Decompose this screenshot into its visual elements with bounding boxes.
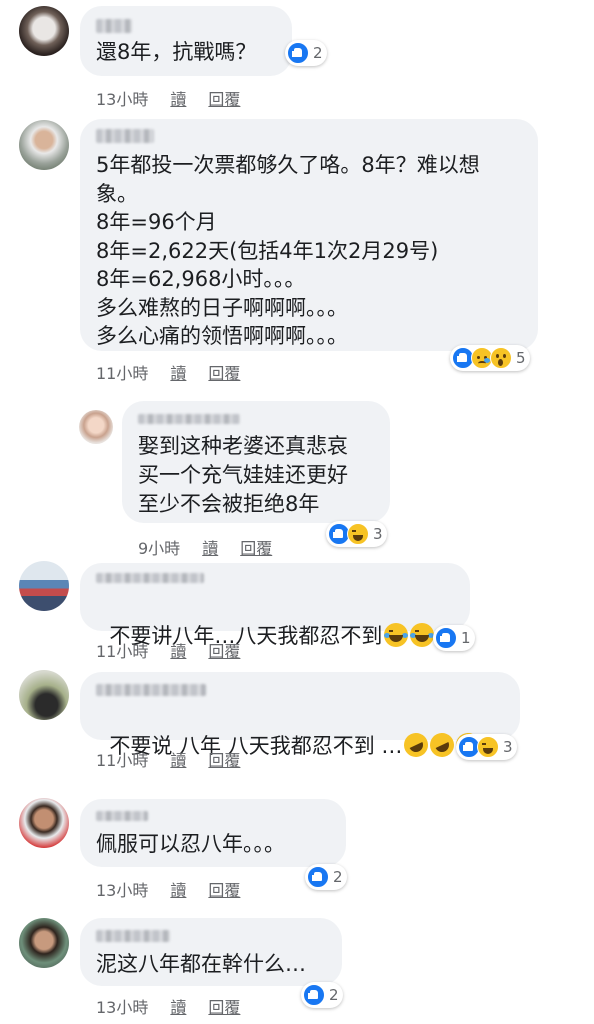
commenter-name[interactable] <box>96 684 206 696</box>
wow-icon <box>490 347 512 369</box>
read-link[interactable]: 讀 <box>170 747 186 771</box>
reply-link[interactable]: 回覆 <box>208 747 240 771</box>
commenter-avatar[interactable] <box>19 798 69 848</box>
read-link[interactable]: 讀 <box>170 360 186 384</box>
comment-text: 佩服可以忍八年。。。 <box>96 832 285 856</box>
reaction-count: 1 <box>461 629 471 647</box>
comment-meta: 13小時讀回覆 <box>96 86 262 110</box>
reaction-count: 3 <box>373 525 383 543</box>
reaction-summary[interactable]: 2 <box>285 40 327 66</box>
read-link[interactable]: 讀 <box>170 86 186 110</box>
comment-time[interactable]: 11小時 <box>96 638 148 662</box>
read-link[interactable]: 讀 <box>170 638 186 662</box>
reaction-count: 2 <box>329 986 339 1004</box>
reply-link[interactable]: 回覆 <box>208 994 240 1018</box>
commenter-avatar[interactable] <box>19 670 69 720</box>
comment-time[interactable]: 13小時 <box>96 877 148 901</box>
reaction-count: 2 <box>313 44 323 62</box>
read-link[interactable]: 讀 <box>170 877 186 901</box>
commenter-name[interactable] <box>96 930 170 942</box>
commenter-avatar[interactable] <box>19 918 69 968</box>
comment-meta: 11小時讀回覆 <box>96 747 262 771</box>
reaction-summary[interactable]: 2 <box>301 982 343 1008</box>
haha-icon <box>477 736 499 758</box>
commenter-name[interactable] <box>96 19 132 33</box>
reaction-count: 2 <box>333 868 343 886</box>
commenter-name[interactable] <box>96 129 154 143</box>
like-icon <box>435 627 457 649</box>
comment-time[interactable]: 13小時 <box>96 994 148 1018</box>
comment-time[interactable]: 9小時 <box>138 535 180 559</box>
comment-text: 娶到这种老婆还真悲哀 买一个充气娃娃还更好 至少不会被拒绝8年 <box>138 434 348 516</box>
comment-text: 5年都投一次票都够久了咯。8年？难以想 象。 8年=96个月 8年=2,622天… <box>96 153 480 348</box>
reply-link[interactable]: 回覆 <box>208 638 240 662</box>
comment-meta: 9小時讀回覆 <box>138 535 294 559</box>
commenter-avatar[interactable] <box>19 561 69 611</box>
comment-time[interactable]: 13小時 <box>96 86 148 110</box>
rofl-emoji-icon <box>400 729 433 761</box>
reaction-summary[interactable]: 2 <box>305 864 347 890</box>
reaction-count: 5 <box>516 349 526 367</box>
like-icon <box>287 42 309 64</box>
haha-icon <box>347 523 369 545</box>
rofl-emoji-icon <box>426 729 459 761</box>
reaction-summary[interactable]: 3 <box>456 734 517 760</box>
comment-text: 還8年，抗戰嗎？ <box>96 40 257 64</box>
read-link[interactable]: 讀 <box>170 994 186 1018</box>
like-icon <box>303 984 325 1006</box>
comment-text: 泥这八年都在幹什么… <box>96 952 306 976</box>
reaction-summary[interactable]: 1 <box>433 625 475 651</box>
commenter-name[interactable] <box>138 414 240 424</box>
reply-link[interactable]: 回覆 <box>240 535 272 559</box>
commenter-name[interactable] <box>96 573 204 583</box>
joy-emoji-icon <box>410 623 435 647</box>
joy-emoji-icon <box>384 623 409 647</box>
reply-link[interactable]: 回覆 <box>208 877 240 901</box>
commenter-avatar[interactable] <box>19 120 69 170</box>
commenter-name[interactable] <box>96 811 148 821</box>
comment-time[interactable]: 11小時 <box>96 360 148 384</box>
reaction-count: 3 <box>503 738 513 756</box>
comment-meta: 11小時讀回覆 <box>96 360 262 384</box>
read-link[interactable]: 讀 <box>202 535 218 559</box>
like-icon <box>307 866 329 888</box>
commenter-avatar[interactable] <box>79 410 113 444</box>
comment-time[interactable]: 11小時 <box>96 747 148 771</box>
reply-link[interactable]: 回覆 <box>208 360 240 384</box>
reaction-summary[interactable]: 5 <box>450 345 530 371</box>
comment-meta: 13小時讀回覆 <box>96 877 262 901</box>
commenter-avatar[interactable] <box>19 6 69 56</box>
comment-meta: 11小時讀回覆 <box>96 638 262 662</box>
comment-meta: 13小時讀回覆 <box>96 994 262 1018</box>
reaction-summary[interactable]: 3 <box>326 521 387 547</box>
reply-link[interactable]: 回覆 <box>208 86 240 110</box>
